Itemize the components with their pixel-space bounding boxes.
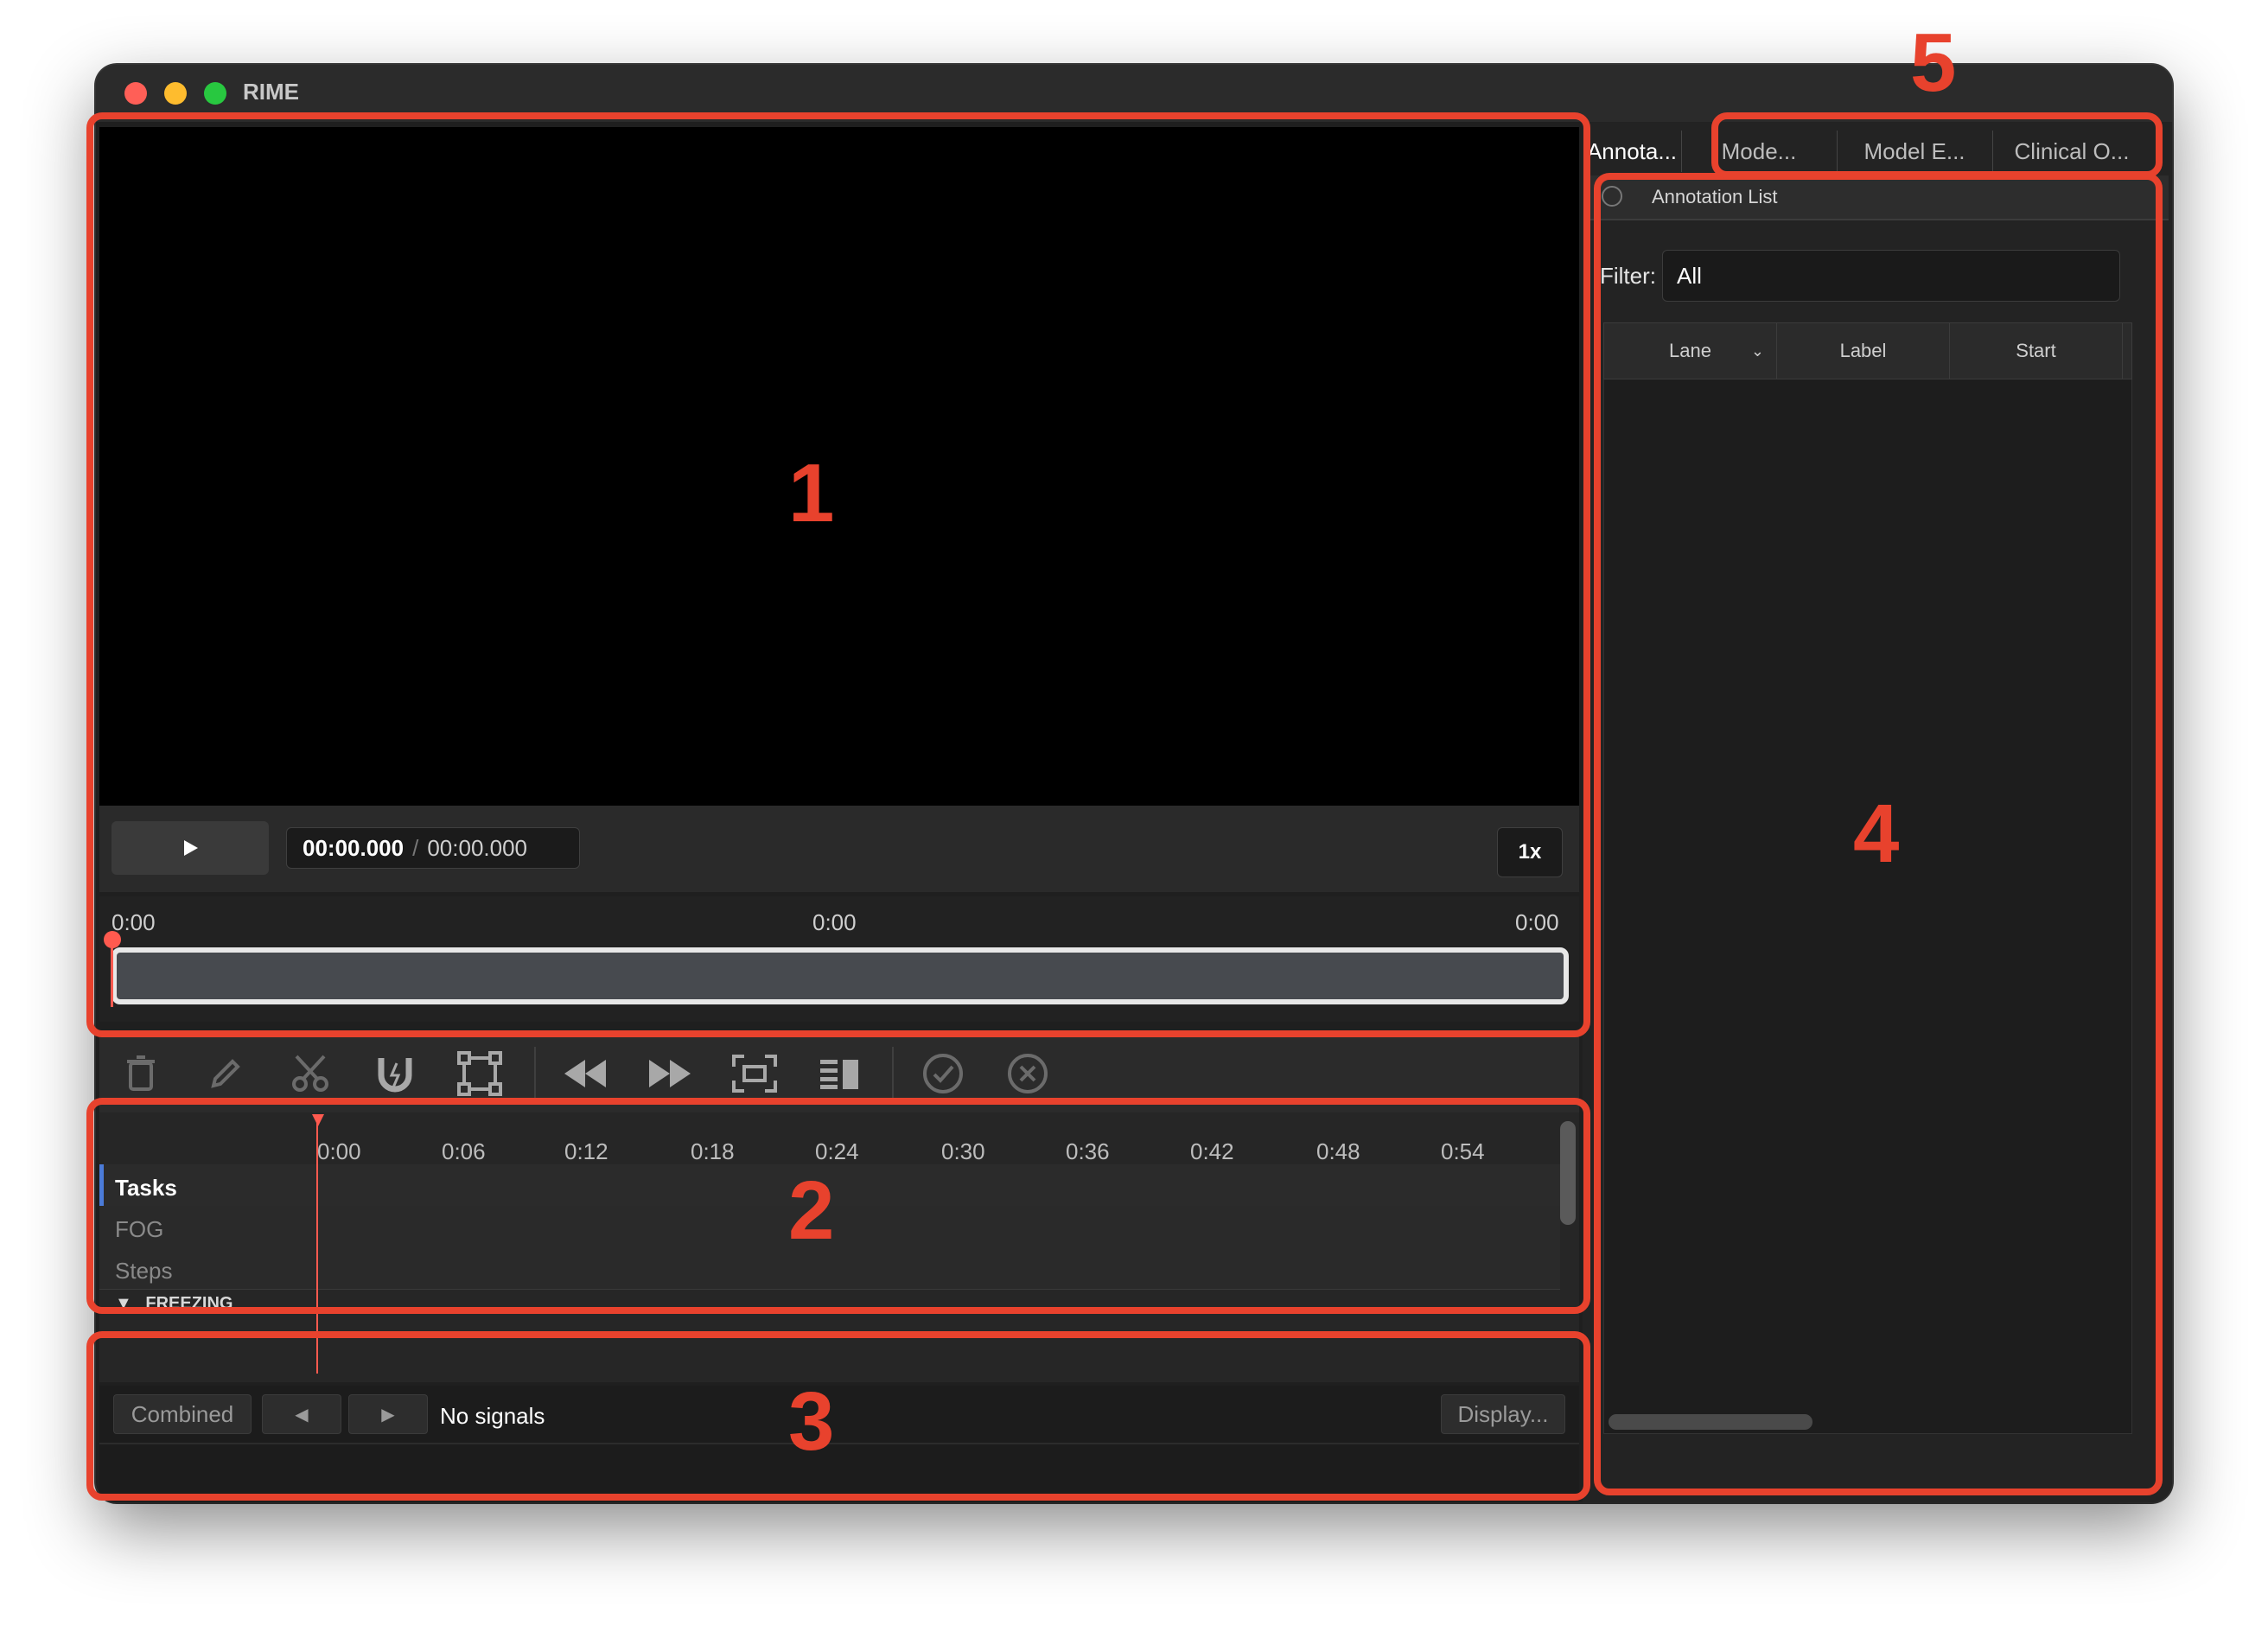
- fit-screen-icon[interactable]: [729, 1048, 780, 1100]
- callout-number: 1: [788, 447, 835, 539]
- window-title: RIME: [243, 79, 299, 105]
- callout-number: 4: [1853, 787, 1900, 880]
- cancel-icon[interactable]: [1002, 1048, 1054, 1100]
- rewind-icon[interactable]: [559, 1048, 611, 1100]
- minimize-window-button[interactable]: [164, 82, 187, 105]
- trash-icon[interactable]: [115, 1048, 167, 1100]
- toolbar-divider: [892, 1047, 894, 1100]
- columns-icon[interactable]: [813, 1048, 865, 1100]
- bounding-box-icon[interactable]: [454, 1048, 506, 1100]
- scissors-icon[interactable]: [284, 1048, 336, 1100]
- callout-box-tabs: [1711, 112, 2163, 178]
- callout-number: 2: [788, 1164, 835, 1257]
- callout-box-timeline: [86, 1098, 1590, 1314]
- callout-number: 3: [788, 1375, 835, 1468]
- fast-forward-icon[interactable]: [644, 1048, 696, 1100]
- magnet-icon[interactable]: [369, 1048, 421, 1100]
- toolbar-divider: [534, 1047, 536, 1100]
- callout-box-signals: [86, 1331, 1590, 1501]
- checkmark-icon[interactable]: [917, 1048, 969, 1100]
- tab-annotations[interactable]: Annota...: [1583, 131, 1682, 172]
- callout-box-video: [86, 112, 1590, 1037]
- pencil-icon[interactable]: [200, 1048, 252, 1100]
- callout-number: 5: [1910, 16, 1957, 109]
- close-window-button[interactable]: [124, 82, 147, 105]
- maximize-window-button[interactable]: [204, 82, 226, 105]
